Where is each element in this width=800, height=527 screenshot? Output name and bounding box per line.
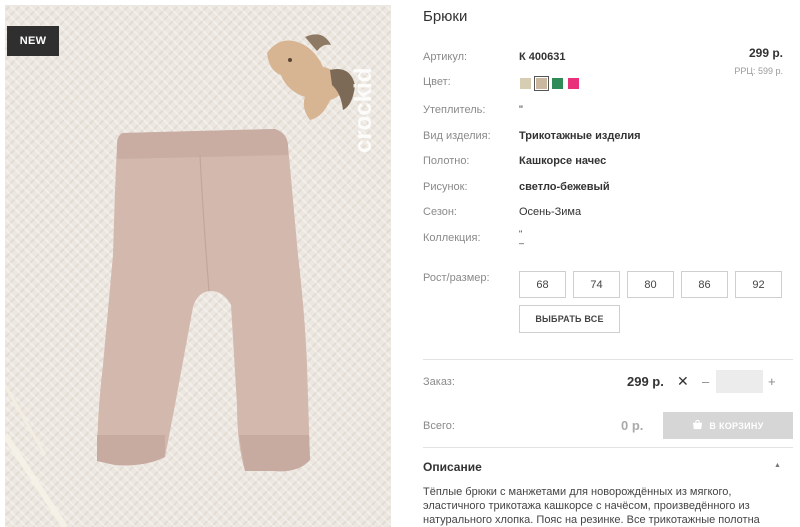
season-label: Сезон:	[423, 206, 457, 218]
quantity-input[interactable]	[716, 370, 763, 393]
insulation-label: Утеплитель:	[423, 104, 486, 116]
total-value: 0 р.	[621, 418, 644, 433]
new-badge: NEW	[7, 26, 59, 56]
cart-icon	[693, 420, 703, 430]
product-price: 299 р.	[748, 46, 783, 60]
pattern-value: светло-бежевый	[519, 181, 610, 193]
product-title: Брюки	[423, 8, 468, 25]
divider	[423, 447, 793, 448]
recommended-price: РРЦ: 599 р.	[734, 66, 783, 76]
fabric-label: Полотно:	[423, 155, 470, 167]
color-swatch-green[interactable]	[552, 78, 563, 89]
size-option-86[interactable]: 86	[681, 271, 728, 298]
collapse-icon[interactable]: ▲	[774, 462, 781, 469]
type-value: Трикотажные изделия	[519, 130, 641, 142]
size-option-74[interactable]: 74	[573, 271, 620, 298]
multiply-icon: ✕	[677, 373, 689, 389]
collection-value-line2: –	[519, 238, 525, 248]
pattern-label: Рисунок:	[423, 181, 468, 193]
description-title[interactable]: Описание	[423, 460, 482, 474]
collection-value: " –	[519, 230, 524, 248]
select-all-button[interactable]: ВЫБРАТЬ ВСЕ	[519, 305, 620, 333]
size-option-68[interactable]: 68	[519, 271, 566, 298]
size-option-80[interactable]: 80	[627, 271, 674, 298]
divider	[423, 359, 793, 360]
product-photo[interactable]: NEW crockid	[5, 5, 391, 527]
product-image	[5, 34, 355, 527]
season-value: Осень-Зима	[519, 206, 582, 218]
color-label: Цвет:	[423, 76, 451, 88]
color-swatch-pink[interactable]	[568, 78, 579, 89]
increment-button[interactable]: +	[768, 374, 776, 389]
decrement-button[interactable]: –	[702, 374, 709, 389]
article-value: К 400631	[519, 51, 566, 63]
svg-text:crockid: crockid	[350, 68, 377, 153]
color-swatch-sand[interactable]	[520, 78, 531, 89]
toy-illustration	[267, 34, 355, 120]
add-to-cart-label: В КОРЗИНУ	[709, 420, 764, 431]
total-label: Всего:	[423, 420, 455, 432]
color-swatch-beige[interactable]	[534, 76, 549, 91]
description-text: Тёплые брюки с манжетами для новорождённ…	[423, 486, 760, 526]
order-label: Заказ:	[423, 376, 455, 388]
article-label: Артикул:	[423, 51, 468, 63]
collection-label: Коллекция:	[423, 232, 481, 244]
size-option-92[interactable]: 92	[735, 271, 782, 298]
insulation-value: "	[519, 104, 523, 116]
fabric-value: Кашкорсе начес	[519, 155, 607, 167]
type-label: Вид изделия:	[423, 130, 491, 142]
add-to-cart-button[interactable]: В КОРЗИНУ	[663, 412, 793, 439]
size-label: Рост/размер:	[423, 272, 490, 284]
order-price: 299 р.	[627, 374, 664, 389]
brand-watermark: crockid	[350, 68, 377, 153]
